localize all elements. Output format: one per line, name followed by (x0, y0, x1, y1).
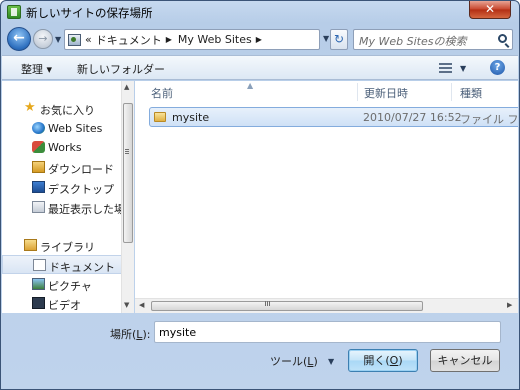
scroll-thumb[interactable] (151, 301, 423, 311)
recent-places-icon (32, 201, 45, 213)
star-icon: ★ (24, 100, 36, 115)
search-placeholder: My Web Sitesの検索 (359, 35, 467, 48)
video-icon (32, 297, 45, 309)
nav-item-pictures[interactable]: ピクチャ (2, 275, 122, 294)
scroll-thumb[interactable] (123, 103, 133, 243)
title-bar: 新しいサイトの保存場所 ✕ (1, 1, 519, 23)
nav-item-web-sites[interactable]: Web Sites (2, 119, 122, 138)
back-button[interactable]: ← (7, 27, 31, 51)
nav-item-recent-places[interactable]: 最近表示した場所 (2, 198, 133, 217)
address-dropdown-icon[interactable]: ▼ (323, 34, 329, 43)
forward-button[interactable]: → (33, 29, 53, 49)
nav-item-downloads[interactable]: ダウンロード (2, 158, 122, 177)
save-location-dialog: 新しいサイトの保存場所 ✕ ← → ▼ « ドキュメント ▶ My Web Si… (0, 0, 520, 390)
view-options-icon[interactable] (439, 63, 452, 73)
back-arrow-icon: ← (13, 30, 25, 46)
library-icon (24, 239, 37, 251)
breadcrumb-separator-icon[interactable]: ▶ (166, 35, 172, 44)
tools-dropdown-icon[interactable]: ▼ (328, 357, 334, 366)
nav-libraries-header[interactable]: ライブラリ (2, 236, 122, 255)
row-name: mysite (172, 111, 210, 124)
refresh-icon: ↻ (333, 32, 345, 46)
breadcrumb-documents[interactable]: ドキュメント (96, 32, 162, 48)
new-folder-button[interactable]: 新しいフォルダー (77, 61, 165, 77)
works-icon (32, 141, 45, 153)
breadcrumb-separator-icon[interactable]: ▶ (256, 35, 262, 44)
row-date: 2010/07/27 16:52 (363, 111, 462, 124)
location-icon (68, 33, 81, 46)
breadcrumb-overflow[interactable]: « (85, 33, 92, 46)
address-bar[interactable]: « ドキュメント ▶ My Web Sites ▶ (64, 29, 320, 50)
folder-icon (154, 112, 166, 122)
column-header-type[interactable]: 種類 (444, 81, 518, 103)
tools-menu-button[interactable]: ツール(L) (270, 353, 318, 369)
globe-icon (32, 122, 45, 134)
window-title: 新しいサイトの保存場所 (26, 6, 153, 20)
close-button[interactable]: ✕ (469, 1, 511, 19)
organize-button[interactable]: 整理 ▾ (21, 61, 52, 77)
filename-field[interactable] (154, 321, 501, 343)
refresh-button[interactable]: ↻ (330, 29, 348, 50)
scroll-down-icon[interactable]: ▼ (124, 301, 129, 309)
history-dropdown-icon[interactable]: ▼ (55, 35, 61, 44)
nav-item-works[interactable]: Works (2, 138, 122, 157)
file-list-pane: 名前 ▲ 更新日時 種類 mysite 2010/07/27 16:52 ファイ… (135, 81, 518, 313)
pictures-icon (32, 278, 45, 290)
downloads-folder-icon (32, 161, 45, 173)
file-horizontal-scrollbar[interactable]: ◀ ▶ (135, 298, 518, 313)
scroll-right-icon[interactable]: ▶ (507, 301, 512, 309)
view-dropdown-icon[interactable]: ▼ (460, 64, 466, 73)
forward-arrow-icon: → (38, 32, 48, 45)
grip-icon (265, 301, 271, 306)
document-icon (33, 259, 46, 271)
table-row[interactable]: mysite 2010/07/27 16:52 ファイル フ (149, 107, 518, 127)
filename-label: 場所(L): (110, 328, 151, 341)
search-icon (498, 34, 507, 43)
nav-item-documents[interactable]: ドキュメント (2, 255, 122, 274)
scroll-left-icon[interactable]: ◀ (139, 301, 144, 309)
nav-item-desktop[interactable]: デスクトップ (2, 178, 122, 197)
app-icon (7, 5, 21, 19)
column-header-date[interactable]: 更新日時 (348, 81, 448, 103)
nav-vertical-scrollbar[interactable]: ▲ ▼ (121, 81, 134, 313)
breadcrumb-my-web-sites[interactable]: My Web Sites (178, 33, 252, 46)
search-input[interactable]: My Web Sitesの検索 (353, 29, 513, 50)
sort-ascending-icon: ▲ (247, 81, 254, 90)
navigation-bar: ← → ▼ « ドキュメント ▶ My Web Sites ▶ ▼ ↻ My W… (1, 25, 519, 53)
column-header-name[interactable]: 名前 ▲ (135, 81, 348, 103)
desktop-icon (32, 181, 45, 193)
grip-icon (125, 149, 129, 154)
scroll-up-icon[interactable]: ▲ (124, 83, 129, 91)
cancel-button[interactable]: キャンセル (430, 349, 500, 372)
command-bar: 整理 ▾ 新しいフォルダー ▼ ? (2, 55, 518, 80)
open-button[interactable]: 開く(O) (348, 349, 418, 372)
nav-favorites-header[interactable]: ★ お気に入り (2, 99, 122, 118)
row-type: ファイル フ (460, 113, 518, 126)
nav-item-videos[interactable]: ビデオ (2, 294, 122, 313)
help-icon[interactable]: ? (490, 60, 505, 75)
navigation-pane: ★ お気に入り Web Sites Works ダウンロード デスクトップ 最近… (2, 81, 134, 313)
